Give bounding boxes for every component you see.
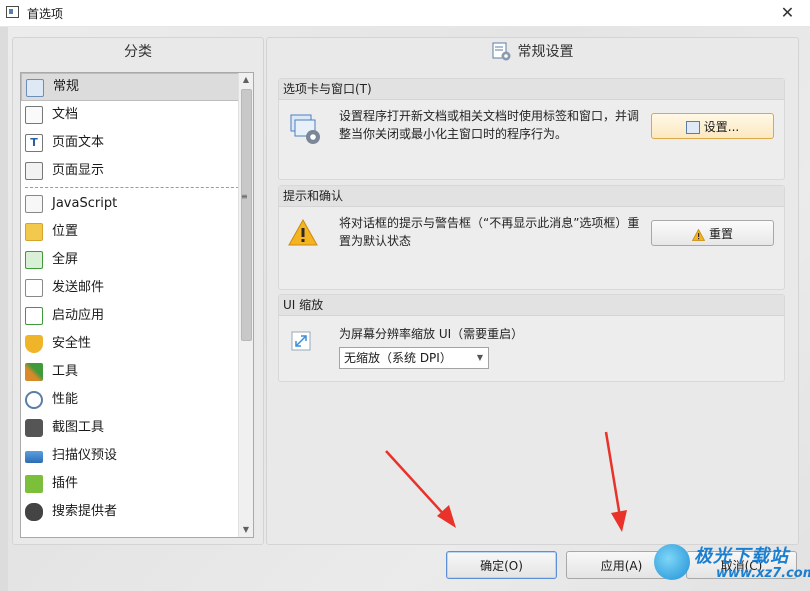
desc-line: 将对话框的提示与警告框（“不再显示此消息”选项框）重: [339, 216, 640, 230]
window-title: 首选项: [27, 7, 64, 21]
general-settings-icon: [26, 79, 44, 97]
category-item-security[interactable]: 安全性: [21, 330, 253, 358]
category-item-scanner[interactable]: 扫描仪预设: [21, 442, 253, 470]
page-display-icon: [25, 162, 43, 180]
mail-icon: [25, 279, 43, 297]
ui-scale-title: UI 缩放: [279, 295, 784, 316]
settings-title: 常规设置: [517, 44, 574, 60]
tabs-settings-label: 设置...: [703, 120, 740, 134]
category-label: 全屏: [52, 252, 79, 267]
windows-icon: [290, 114, 320, 144]
prompts-group: 提示和确认 将对话框的提示与警告框（“不再显示此消息”选项框）重 置为默认状态 …: [278, 185, 785, 290]
category-label: 工具: [52, 364, 79, 379]
prompts-desc: 将对话框的提示与警告框（“不再显示此消息”选项框）重 置为默认状态: [339, 214, 639, 250]
gauge-icon: [25, 391, 43, 409]
reset-button[interactable]: 重置: [651, 220, 774, 246]
close-button[interactable]: ✕: [765, 0, 810, 26]
category-label: 位置: [52, 224, 79, 239]
chevron-down-icon: ▼: [476, 353, 483, 362]
app-icon: [6, 6, 19, 18]
categories-header: 分类: [124, 44, 152, 60]
category-label: 启动应用: [52, 308, 105, 323]
puzzle-icon: [25, 475, 43, 493]
desc-line: 置为默认状态: [339, 234, 412, 248]
page-text-icon: T: [25, 134, 43, 152]
category-item-javascript[interactable]: JavaScript: [21, 190, 253, 218]
fullscreen-icon: [25, 251, 43, 269]
category-label: 页面文本: [52, 135, 105, 150]
category-item-screenshot[interactable]: 截图工具: [21, 414, 253, 442]
category-item-documents[interactable]: 文档: [21, 101, 253, 129]
settings-header: 常规设置: [267, 38, 798, 66]
category-item-page-text[interactable]: T 页面文本: [21, 129, 253, 157]
scroll-thumb[interactable]: [241, 89, 252, 341]
tabs-windows-title: 选项卡与窗口(T): [279, 79, 784, 100]
category-item-send-mail[interactable]: 发送邮件: [21, 274, 253, 302]
camera-icon: [25, 419, 43, 437]
category-label: 性能: [52, 392, 79, 407]
category-item-fullscreen[interactable]: 全屏: [21, 246, 253, 274]
watermark-url: www.xz7.com: [716, 566, 810, 581]
category-item-location[interactable]: 位置: [21, 218, 253, 246]
category-label: 发送邮件: [52, 280, 105, 295]
scroll-grip-icon: ≡: [241, 192, 248, 201]
scale-icon: [291, 331, 311, 351]
settings-gear-icon: [685, 121, 700, 134]
category-label: 搜索提供者: [52, 504, 118, 519]
warning-small-icon: [691, 228, 706, 241]
ok-button[interactable]: 确定(O): [446, 551, 557, 579]
prompts-title: 提示和确认: [279, 186, 784, 207]
ui-scale-select[interactable]: 无缩放（系统 DPI） ▼: [339, 347, 489, 369]
category-label: 常规: [53, 79, 80, 94]
category-label: 扫描仪预设: [52, 448, 118, 463]
binoculars-icon: [25, 503, 43, 521]
tabs-windows-desc: 设置程序打开新文档或相关文档时使用标签和窗口，并调 整当你关闭或最小化主窗口时的…: [339, 107, 639, 143]
javascript-icon: [25, 195, 43, 213]
category-label: 截图工具: [52, 420, 105, 435]
watermark: 极光下载站 www.xz7.com: [654, 542, 810, 590]
shield-icon: [25, 335, 43, 353]
warning-icon: [288, 218, 318, 246]
ui-scale-value: 无缩放（系统 DPI）: [344, 351, 452, 365]
category-label: JavaScript: [52, 196, 118, 211]
category-item-page-display[interactable]: 页面显示: [21, 157, 253, 185]
scroll-down-icon[interactable]: ▼: [239, 523, 253, 537]
settings-panel: 常规设置 选项卡与窗口(T) 设置程序打开新文档或相关文档时使用标签和窗口，并调…: [266, 37, 799, 545]
launch-app-icon: [25, 307, 43, 325]
category-item-tools[interactable]: 工具: [21, 358, 253, 386]
desc-line: 整当你关闭或最小化主窗口时的程序行为。: [339, 127, 568, 141]
tabs-windows-group: 选项卡与窗口(T) 设置程序打开新文档或相关文档时使用标签和窗口，并调 整当你关…: [278, 78, 785, 180]
category-item-performance[interactable]: 性能: [21, 386, 253, 414]
folder-icon: [25, 223, 43, 241]
tabs-settings-button[interactable]: 设置...: [651, 113, 774, 139]
watermark-text: 极光下载站: [694, 546, 789, 567]
documents-icon: [25, 106, 43, 124]
preferences-dialog: 分类 常规 文档 T 页面文本 页面显示 JavaScript 位置 全屏 发送…: [0, 27, 810, 591]
ui-scale-group: UI 缩放 为屏幕分辨率缩放 UI（需要重启） 无缩放（系统 DPI） ▼: [278, 294, 785, 382]
watermark-logo-icon: [654, 544, 690, 580]
general-settings-icon: [492, 42, 510, 61]
tools-icon: [25, 363, 43, 381]
scanner-icon: [25, 451, 43, 463]
reset-label: 重置: [708, 227, 733, 241]
category-label: 安全性: [52, 336, 92, 351]
category-item-search-providers[interactable]: 搜索提供者: [21, 498, 253, 526]
category-item-plugins[interactable]: 插件: [21, 470, 253, 498]
title-bar: 首选项 ✕: [0, 0, 810, 27]
category-separator: [25, 187, 249, 188]
categories-panel: 分类 常规 文档 T 页面文本 页面显示 JavaScript 位置 全屏 发送…: [12, 37, 264, 545]
categories-list[interactable]: 常规 文档 T 页面文本 页面显示 JavaScript 位置 全屏 发送邮件 …: [20, 72, 254, 538]
category-item-general[interactable]: 常规: [21, 73, 253, 101]
category-label: 插件: [52, 476, 79, 491]
category-label: 文档: [52, 107, 79, 122]
scroll-up-icon[interactable]: ▲: [239, 73, 253, 87]
desc-line: 设置程序打开新文档或相关文档时使用标签和窗口，并调: [339, 109, 640, 123]
categories-scrollbar[interactable]: ▲ ≡ ▼: [238, 73, 253, 537]
category-label: 页面显示: [52, 163, 105, 178]
left-edge: [0, 27, 8, 591]
category-item-launch-app[interactable]: 启动应用: [21, 302, 253, 330]
ui-scale-desc: 为屏幕分辨率缩放 UI（需要重启）: [339, 327, 524, 341]
